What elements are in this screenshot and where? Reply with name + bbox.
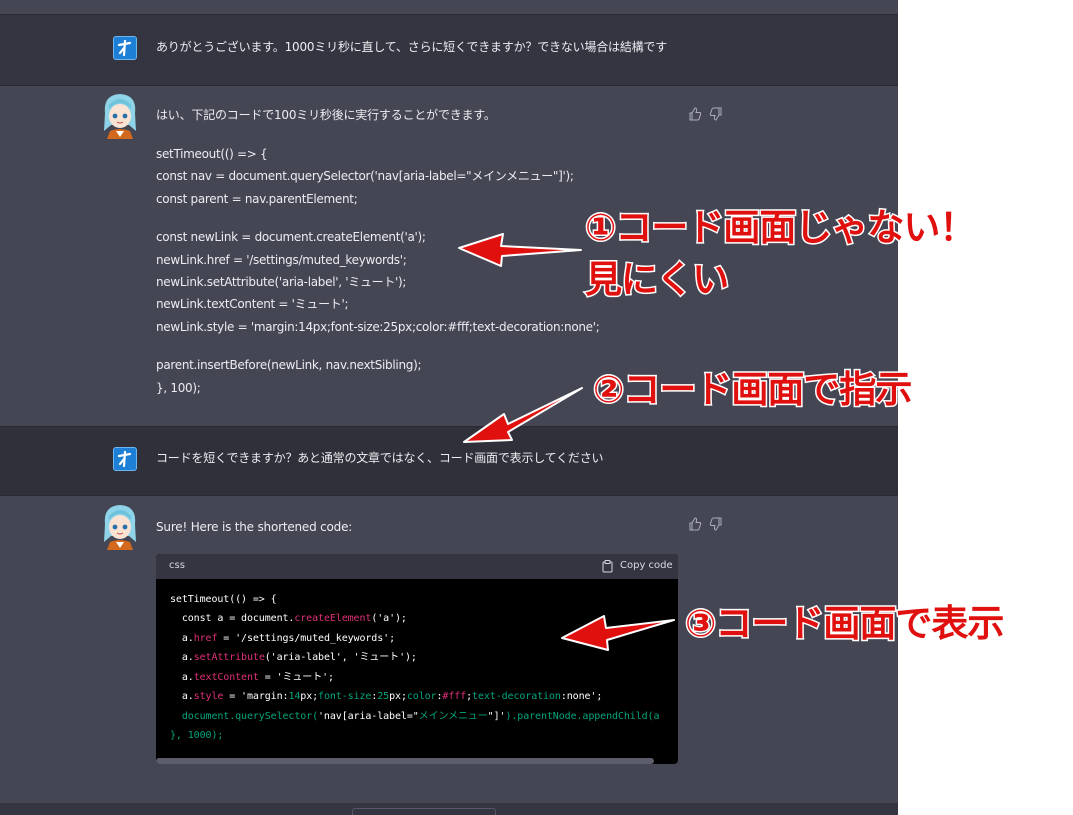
code-text-line: setTimeout(() => {: [156, 147, 268, 161]
code-line: a.setAttribute('aria-label', 'ミュート');: [170, 652, 417, 663]
code-line: a.href = '/settings/muted_keywords';: [170, 633, 395, 644]
code-text-line: const parent = nav.parentElement;: [156, 192, 358, 206]
feedback-buttons: [688, 107, 724, 121]
thumbs-up-icon[interactable]: [688, 107, 702, 121]
user-avatar-icon: [113, 447, 137, 471]
red-arrow-icon: [463, 387, 583, 443]
horizontal-scrollbar[interactable]: [156, 758, 654, 764]
code-line: document.querySelector('nav[aria-label="…: [170, 711, 660, 722]
copy-code-label: Copy code: [620, 560, 673, 571]
annotation-callout-1-line2: 見にくい: [583, 257, 730, 303]
code-text-line: newLink.href = '/settings/muted_keywords…: [156, 253, 407, 267]
assistant-intro-text: はい、下記のコードで100ミリ秒後に実行することができます。: [156, 108, 496, 122]
annotation-callout-1: ①コード画面じゃない！: [583, 205, 977, 251]
anime-girl-avatar: [101, 91, 139, 139]
user-message-text: ありがとうございます。1000ミリ秒に直して、さらに短くできますか？できない場合…: [156, 40, 668, 54]
user-avatar-icon: [113, 36, 137, 60]
code-language-label: css: [169, 560, 185, 571]
thumbs-up-icon[interactable]: [688, 517, 702, 531]
user-message-text: コードを短くできますか？あと通常の文章ではなく、コード画面で表示してください: [156, 451, 604, 465]
divider: [0, 14, 898, 15]
previous-message-tail: [0, 0, 898, 14]
code-text-line: const newLink = document.createElement('…: [156, 230, 426, 244]
code-line: }, 1000);: [170, 730, 224, 741]
assistant-intro-text: Sure! Here is the shortened code:: [156, 520, 353, 534]
code-line: a.style = 'margin:14px;font-size:25px;co…: [170, 691, 603, 702]
anime-girl-avatar: [101, 502, 139, 550]
feedback-buttons: [688, 517, 724, 531]
annotation-callout-2: ②コード画面で指示: [591, 367, 913, 413]
red-arrow-icon: [561, 615, 675, 651]
clipboard-icon: [602, 560, 613, 573]
code-line: a.textContent = 'ミュート';: [170, 672, 334, 683]
code-text-line: newLink.style = 'margin:14px;font-size:2…: [156, 320, 600, 334]
code-text-line: }, 100);: [156, 381, 201, 395]
annotation-callout-3: ③コード画面で表示: [683, 601, 1005, 647]
code-line: setTimeout(() => {: [170, 594, 277, 605]
regenerate-button[interactable]: [352, 808, 496, 815]
thumbs-down-icon[interactable]: [709, 107, 723, 121]
code-line: const a = document.createElement('a');: [170, 613, 407, 624]
copy-code-button[interactable]: Copy code: [600, 559, 673, 575]
divider: [0, 426, 898, 427]
code-text-line: newLink.setAttribute('aria-label', 'ミュート…: [156, 275, 407, 289]
user-message-1: ありがとうございます。1000ミリ秒に直して、さらに短くできますか？できない場合…: [0, 0, 898, 85]
red-arrow-icon: [458, 233, 582, 267]
code-text-line: const nav = document.querySelector('nav[…: [156, 169, 574, 183]
code-text-line: parent.insertBefore(newLink, nav.nextSib…: [156, 358, 422, 372]
thumbs-down-icon[interactable]: [709, 517, 723, 531]
code-text-line: newLink.textContent = 'ミュート';: [156, 297, 349, 311]
